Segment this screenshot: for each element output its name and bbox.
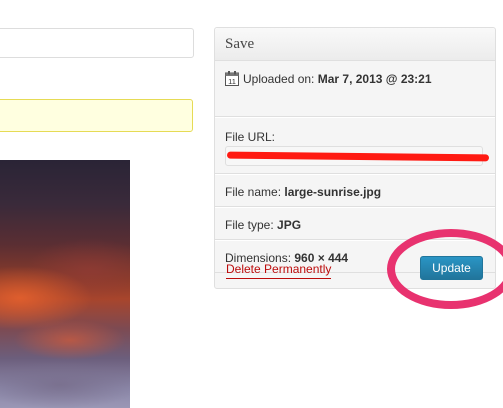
- file-type-value: JPG: [277, 218, 302, 232]
- file-type-row: File type: JPG: [215, 207, 495, 240]
- image-preview: [0, 160, 130, 408]
- update-button[interactable]: Update: [420, 256, 483, 280]
- save-meta-box: Save 11 Uploaded on: Mar 7, 2013 @ 23:21…: [214, 27, 496, 289]
- uploaded-on-label: Uploaded on:: [243, 72, 315, 86]
- file-name-label: File name:: [225, 185, 282, 199]
- calendar-icon: 11: [225, 71, 239, 90]
- uploaded-on-row: 11 Uploaded on: Mar 7, 2013 @ 23:21: [215, 61, 495, 117]
- file-url-row: File URL:: [215, 117, 495, 174]
- file-type-label: File type:: [225, 218, 274, 232]
- file-url-label: File URL:: [225, 130, 276, 144]
- notice-box: [0, 99, 193, 132]
- edit-media-screen: Save 11 Uploaded on: Mar 7, 2013 @ 23:21…: [0, 0, 503, 408]
- title-input[interactable]: [0, 28, 194, 58]
- svg-text:11: 11: [228, 77, 236, 86]
- save-box-title: Save: [215, 28, 495, 61]
- uploaded-on-value: Mar 7, 2013 @ 23:21: [317, 72, 432, 86]
- delete-permanently-link[interactable]: Delete Permanently: [226, 262, 332, 279]
- file-name-value: large-sunrise.jpg: [284, 185, 382, 199]
- file-name-row: File name: large-sunrise.jpg: [215, 174, 495, 207]
